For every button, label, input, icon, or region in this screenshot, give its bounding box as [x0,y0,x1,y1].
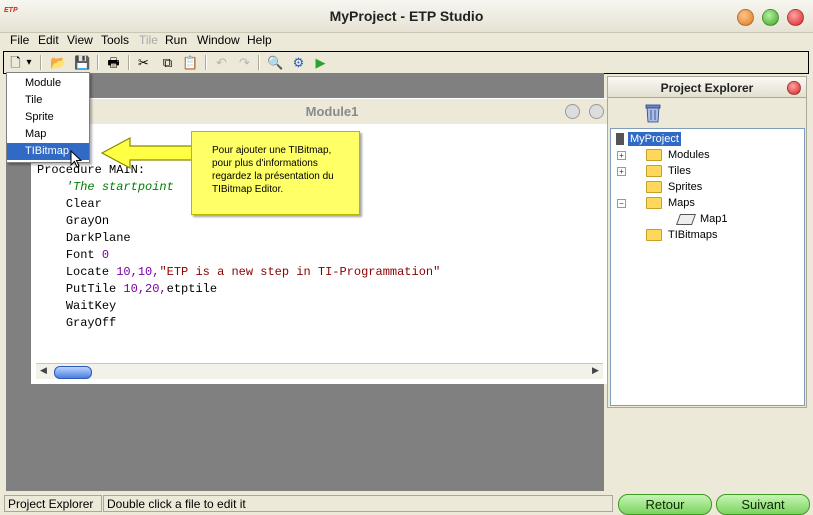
folder-icon [646,149,662,161]
code-line: GrayOff [65,316,117,330]
editor-minimize-button[interactable] [565,104,580,119]
trash-icon[interactable] [641,100,665,124]
cut-icon[interactable]: ✂ [135,54,152,71]
mouse-cursor-icon [70,150,82,168]
new-dropdown-chevron-icon[interactable]: ▾ [24,54,34,71]
menu-view[interactable]: View [67,33,93,47]
menu-edit[interactable]: Edit [38,33,59,47]
tree-root-myproject[interactable]: MyProject [616,132,681,146]
tree-folder-modules[interactable]: Modules [646,148,710,162]
code-line: DarkPlane [65,231,131,245]
paste-icon[interactable]: 📋 [182,54,199,71]
run-play-icon[interactable]: ▶ [312,54,329,71]
code-line: Font 0 [65,248,110,262]
menu-help[interactable]: Help [247,33,272,47]
scrollbar-thumb[interactable] [54,366,92,379]
menu-item-map[interactable]: Map [7,126,89,143]
redo-icon[interactable]: ↷ [236,54,253,71]
editor-title: Module1 [305,104,359,119]
print-icon[interactable]: 🖶 [105,54,122,71]
expand-tiles-icon[interactable]: + [617,167,626,176]
copy-icon[interactable]: ⧉ [159,54,176,71]
editor-title-bar: Module1 [32,99,609,124]
expand-modules-icon[interactable]: + [617,151,626,160]
project-explorer-panel: Project Explorer MyProject + Modules + T… [607,76,807,408]
tree-folder-sprites[interactable]: Sprites [646,180,702,194]
folder-icon [646,197,662,209]
folder-icon [646,181,662,193]
close-button[interactable] [787,9,804,26]
map-icon [675,213,697,225]
menu-bar: File Edit View Tools Tile Run Window Hel… [0,32,813,50]
menu-tools[interactable]: Tools [101,33,129,47]
toolbar: 🗋 ▾ 📂 💾 🖶 ✂ ⧉ 📋 ↶ ↷ 🔍 ⚙ ▶ [3,51,809,74]
project-explorer-title: Project Explorer [660,81,754,95]
tree-item-map1[interactable]: Map1 [675,212,728,226]
status-panel-name: Project Explorer [4,495,102,512]
tutorial-callout: Pour ajouter une TIBitmap, pour plus d'i… [191,131,360,215]
next-button[interactable]: Suivant [716,494,810,515]
menu-run[interactable]: Run [165,33,187,47]
project-explorer-title-bar: Project Explorer [608,77,806,98]
folder-icon [646,229,662,241]
code-line: GrayOn [65,214,110,228]
calculator-icon [616,133,624,145]
new-file-icon[interactable]: 🗋 [7,54,24,71]
save-icon[interactable]: 💾 [74,54,91,71]
explorer-close-button[interactable] [787,81,801,95]
maximize-button[interactable] [762,9,779,26]
code-line: PutTile 10,20,etptile [65,282,218,296]
menu-tile[interactable]: Tile [139,33,158,47]
tree-folder-tibitmaps[interactable]: TIBitmaps [646,228,718,242]
folder-icon [646,165,662,177]
scroll-right-arrow-icon[interactable]: ▶ [592,365,599,376]
back-button[interactable]: Retour [618,494,712,515]
minimize-button[interactable] [737,9,754,26]
tree-folder-tiles[interactable]: Tiles [646,164,691,178]
status-hint: Double click a file to edit it [103,495,613,512]
collapse-maps-icon[interactable]: − [617,199,626,208]
menu-item-sprite[interactable]: Sprite [7,109,89,126]
project-tree: MyProject + Modules + Tiles Sprites − Ma… [610,128,805,406]
horizontal-scrollbar[interactable]: ◀ ▶ [36,363,603,379]
menu-file[interactable]: File [10,33,29,47]
callout-arrow-icon [100,136,194,170]
menu-item-module[interactable]: Module [7,75,89,92]
title-bar: ETP MyProject - ETP Studio [0,0,813,33]
find-binoculars-icon[interactable]: 🔍 [267,54,284,71]
menu-window[interactable]: Window [197,33,240,47]
toolbar-separator [205,55,207,70]
toolbar-separator [40,55,42,70]
undo-icon[interactable]: ↶ [213,54,230,71]
compile-gear-icon[interactable]: ⚙ [290,54,307,71]
toolbar-separator [128,55,130,70]
open-folder-icon[interactable]: 📂 [50,54,67,71]
tree-folder-maps[interactable]: Maps [646,196,695,210]
scroll-left-arrow-icon[interactable]: ◀ [40,365,47,376]
callout-text: Pour ajouter une TIBitmap, pour plus d'i… [212,145,334,195]
menu-item-tile[interactable]: Tile [7,92,89,109]
window-title: MyProject - ETP Studio [329,8,484,24]
toolbar-separator [258,55,260,70]
code-line: WaitKey [65,299,117,313]
editor-close-button[interactable] [589,104,604,119]
code-line: Locate 10,10,"ETP is a new step in TI-Pr… [65,265,441,279]
toolbar-separator [97,55,99,70]
